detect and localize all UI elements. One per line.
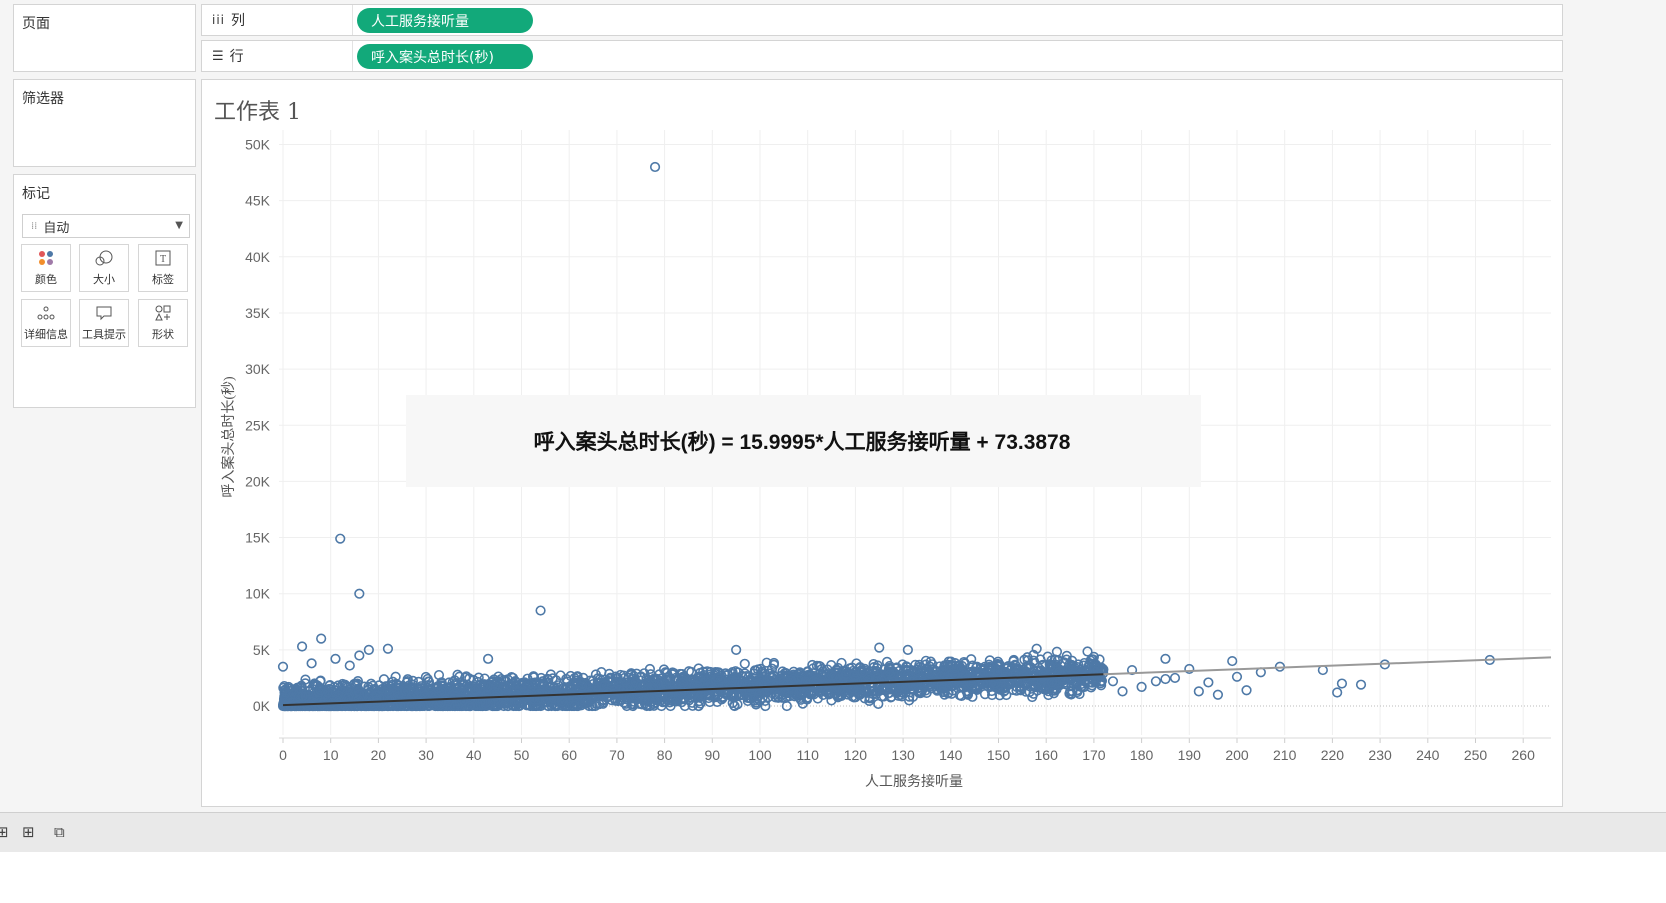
mark-label-label: 标签 [152, 272, 174, 286]
mark-detail-button[interactable]: 详细信息 [21, 299, 71, 347]
bottom-whitespace [0, 852, 1666, 903]
mark-size-label: 大小 [93, 272, 115, 286]
rows-icon: ☰ [212, 48, 224, 64]
new-story-icon[interactable]: ⧉ [54, 823, 65, 841]
worksheet-title: 工作表 1 [214, 100, 301, 125]
columns-shelf-label: iii 列 [212, 5, 245, 35]
mark-type-value: 自动 [43, 220, 70, 236]
rows-shelf[interactable]: ☰ 行 呼入案头总时长(秒) [201, 40, 1563, 72]
marks-panel: 标记 ⁞⁞ 自动 ▼ 颜色 大小 T 标签 详细信息 工具提示 形状 [13, 174, 196, 408]
mark-tooltip-button[interactable]: 工具提示 [79, 299, 129, 347]
label-icon: T [155, 250, 171, 269]
svg-text:T: T [160, 254, 166, 265]
mark-type-icon: ⁞⁞ [31, 220, 38, 232]
tooltip-icon [96, 305, 112, 324]
columns-icon: iii [212, 13, 226, 27]
size-icon [95, 250, 113, 269]
mark-size-button[interactable]: 大小 [79, 244, 129, 292]
mark-color-label: 颜色 [35, 272, 57, 286]
rows-shelf-label: ☰ 行 [212, 41, 244, 71]
color-dots-icon [38, 250, 54, 269]
pages-title: 页面 [22, 16, 50, 32]
shelf-divider [352, 41, 353, 71]
mark-label-button[interactable]: T 标签 [138, 244, 188, 292]
rows-label: 行 [229, 49, 244, 65]
worksheet-view: 工作表 1 [201, 79, 1563, 807]
pages-panel[interactable]: 页面 [13, 4, 196, 72]
sheet-tab-bar: ⊞ ⊞ ⧉ [0, 812, 1666, 853]
mark-tooltip-label: 工具提示 [82, 327, 126, 341]
detail-icon [37, 305, 55, 324]
filters-panel[interactable]: 筛选器 [13, 79, 196, 167]
marks-title: 标记 [22, 186, 50, 202]
new-worksheet-icon[interactable]: ⊞ [0, 823, 9, 841]
filters-title: 筛选器 [22, 91, 64, 107]
rows-pill[interactable]: 呼入案头总时长(秒) [357, 44, 533, 69]
mark-type-dropdown[interactable]: ⁞⁞ 自动 ▼ [22, 214, 190, 238]
chevron-down-icon[interactable]: ▼ [175, 220, 183, 231]
columns-shelf[interactable]: iii 列 人工服务接听量 [201, 4, 1563, 36]
mark-color-button[interactable]: 颜色 [21, 244, 71, 292]
new-dashboard-icon[interactable]: ⊞ [22, 823, 35, 841]
mark-detail-label: 详细信息 [24, 327, 68, 341]
mark-shape-button[interactable]: 形状 [138, 299, 188, 347]
columns-label: 列 [231, 13, 246, 29]
mark-shape-label: 形状 [152, 327, 174, 341]
shelf-divider [352, 5, 353, 35]
shape-icon [155, 305, 171, 324]
columns-pill[interactable]: 人工服务接听量 [357, 8, 533, 33]
